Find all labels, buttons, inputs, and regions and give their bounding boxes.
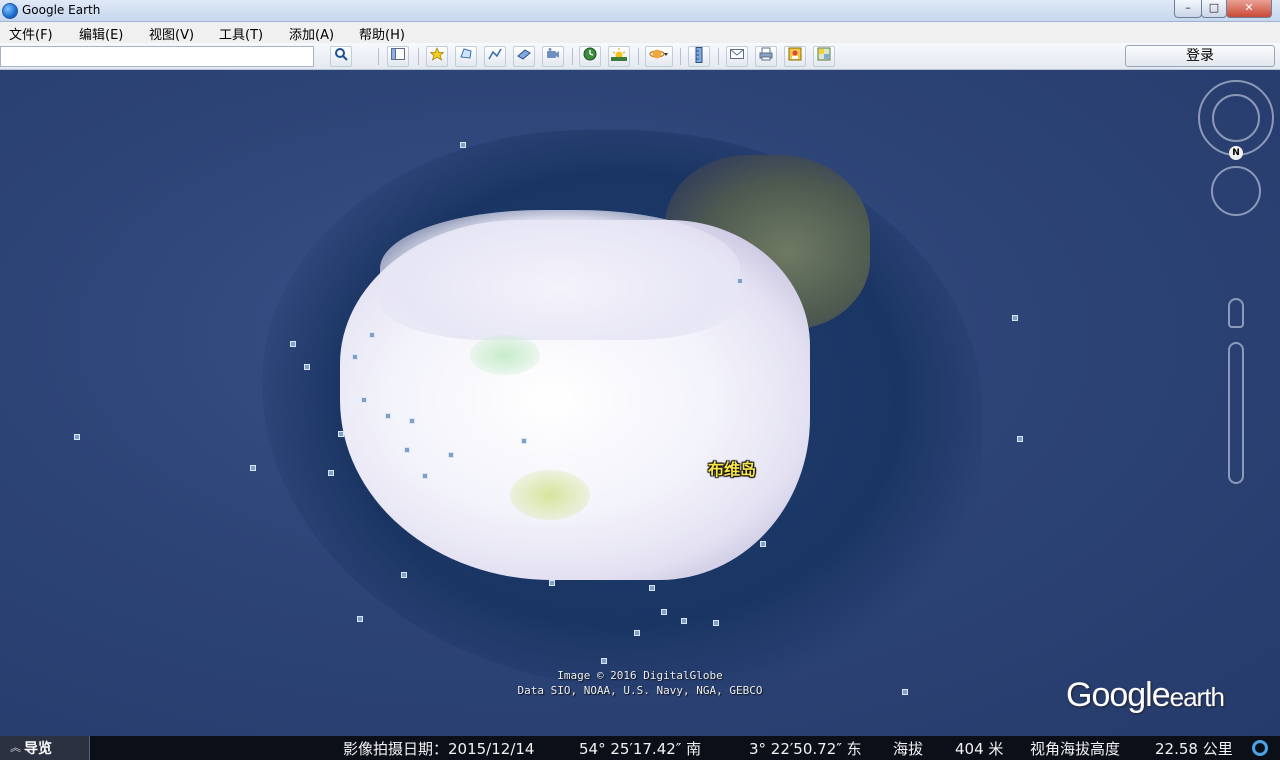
island-terrain-patch	[510, 470, 590, 520]
elevation-value: 404 米	[955, 740, 1004, 758]
data-attribution: Data SIO, NOAA, U.S. Navy, NGA, GEBCO	[517, 684, 763, 697]
minimize-button[interactable]: –	[1174, 0, 1202, 18]
maximize-button[interactable]: □	[1201, 0, 1227, 18]
island-glacier-highland	[380, 210, 740, 340]
chevron-up-icon: ︽	[10, 741, 21, 754]
photo-marker-icon[interactable]	[304, 364, 310, 370]
status-bar: ︽ 导览 影像拍摄日期：2015/12/14 54° 25′17.42″ 南 3…	[0, 736, 1280, 760]
photo-marker-icon[interactable]	[369, 332, 375, 338]
photo-marker-icon[interactable]	[338, 431, 344, 437]
toolbar-separator	[418, 48, 419, 65]
photo-marker-icon[interactable]	[409, 418, 415, 424]
placemark-icon[interactable]	[426, 46, 448, 67]
window-title: Google Earth	[22, 3, 101, 17]
save-image-icon[interactable]	[784, 46, 806, 67]
menu-add[interactable]: 添加(A)	[289, 24, 334, 43]
tour-guide-label: 导览	[24, 741, 52, 757]
photo-marker-icon[interactable]	[681, 618, 687, 624]
map-view[interactable]: 布维岛 Image © 2016 DigitalGlobe Data SIO, …	[0, 70, 1280, 736]
street-view-pegman-icon[interactable]	[1228, 298, 1244, 328]
photo-marker-icon[interactable]	[713, 620, 719, 626]
photo-marker-icon[interactable]	[328, 470, 334, 476]
print-icon[interactable]	[755, 46, 777, 67]
search-icon[interactable]	[330, 46, 352, 67]
historical-imagery-icon[interactable]	[579, 46, 601, 67]
toolbar-separator	[680, 48, 681, 65]
photo-marker-icon[interactable]	[404, 447, 410, 453]
move-control-ring[interactable]	[1211, 166, 1261, 216]
photo-marker-icon[interactable]	[74, 434, 80, 440]
photo-marker-icon[interactable]	[448, 452, 454, 458]
polygon-icon[interactable]	[455, 46, 477, 67]
photo-marker-icon[interactable]	[250, 465, 256, 471]
photo-marker-icon[interactable]	[401, 572, 407, 578]
place-label-bouvet-island[interactable]: 布维岛	[708, 456, 756, 480]
menu-file[interactable]: 文件(F)	[9, 24, 53, 43]
photo-marker-icon[interactable]	[460, 142, 466, 148]
photo-marker-icon[interactable]	[737, 278, 743, 284]
photo-marker-icon[interactable]	[902, 689, 908, 695]
ruler-icon[interactable]	[688, 46, 710, 67]
compass-north-icon[interactable]: N	[1229, 146, 1243, 160]
photo-marker-icon[interactable]	[549, 580, 555, 586]
toolbar-separator	[638, 48, 639, 65]
elevation-label: 海拔	[893, 740, 924, 758]
close-button[interactable]: ✕	[1226, 0, 1272, 18]
brand-google: Google	[1066, 676, 1171, 714]
planet-switch-icon[interactable]	[645, 46, 673, 67]
latitude-readout: 54° 25′17.42″ 南	[579, 740, 702, 758]
photo-marker-icon[interactable]	[1012, 315, 1018, 321]
search-input[interactable]	[0, 46, 314, 67]
eye-altitude-label: 视角海拔高度	[1030, 740, 1121, 758]
google-earth-brand-logo: Googleearth	[1066, 676, 1225, 715]
path-icon[interactable]	[484, 46, 506, 67]
record-tour-icon[interactable]	[542, 46, 564, 67]
menu-help[interactable]: 帮助(H)	[359, 24, 405, 43]
imagery-date: 影像拍摄日期：2015/12/14	[343, 740, 535, 758]
photo-marker-icon[interactable]	[385, 413, 391, 419]
eye-altitude-value: 22.58 公里	[1155, 740, 1233, 758]
photo-marker-icon[interactable]	[290, 341, 296, 347]
look-joystick[interactable]	[1212, 94, 1260, 142]
streaming-status-icon	[1252, 740, 1268, 756]
photo-marker-icon[interactable]	[760, 541, 766, 547]
title-bar: Google Earth – □ ✕	[0, 0, 1280, 22]
toolbar: 登录	[0, 43, 1280, 70]
tour-guide-tab[interactable]: ︽ 导览	[0, 736, 90, 760]
photo-marker-icon[interactable]	[357, 616, 363, 622]
photo-marker-icon[interactable]	[661, 609, 667, 615]
photo-marker-icon[interactable]	[422, 473, 428, 479]
imagery-attribution: Image © 2016 DigitalGlobe	[557, 669, 723, 682]
zoom-slider[interactable]	[1228, 342, 1244, 484]
photo-marker-icon[interactable]	[649, 585, 655, 591]
email-icon[interactable]	[726, 46, 748, 67]
login-button[interactable]: 登录	[1125, 45, 1275, 67]
sunlight-icon[interactable]	[608, 46, 630, 67]
menu-view[interactable]: 视图(V)	[149, 24, 194, 43]
menu-edit[interactable]: 编辑(E)	[79, 24, 123, 43]
photo-marker-icon[interactable]	[601, 658, 607, 664]
menu-tools[interactable]: 工具(T)	[219, 24, 263, 43]
menu-bar: 文件(F) 编辑(E) 视图(V) 工具(T) 添加(A) 帮助(H)	[0, 22, 1280, 43]
google-earth-logo-icon	[2, 3, 18, 19]
image-overlay-icon[interactable]	[513, 46, 535, 67]
photo-marker-icon[interactable]	[352, 354, 358, 360]
sidebar-toggle-icon[interactable]	[387, 46, 409, 67]
toolbar-separator	[378, 48, 379, 65]
island-terrain-patch	[470, 335, 540, 375]
photo-marker-icon[interactable]	[634, 630, 640, 636]
brand-earth: earth	[1169, 682, 1225, 712]
view-in-maps-icon[interactable]	[813, 46, 835, 67]
photo-marker-icon[interactable]	[361, 397, 367, 403]
toolbar-separator	[572, 48, 573, 65]
toolbar-separator	[718, 48, 719, 65]
photo-marker-icon[interactable]	[1017, 436, 1023, 442]
photo-marker-icon[interactable]	[521, 438, 527, 444]
longitude-readout: 3° 22′50.72″ 东	[749, 740, 862, 758]
